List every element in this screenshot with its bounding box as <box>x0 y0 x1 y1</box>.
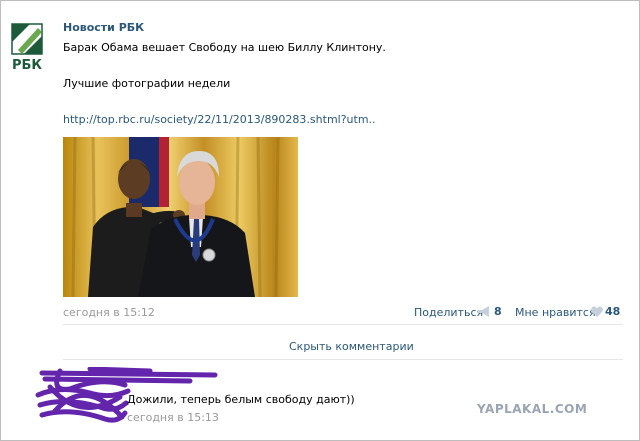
heart-icon[interactable] <box>591 306 603 317</box>
share-button[interactable]: Поделиться <box>414 306 483 319</box>
like-button[interactable]: Мне нравится <box>515 306 596 319</box>
rbc-logo-icon[interactable]: РБК <box>8 20 46 73</box>
divider <box>63 324 623 325</box>
author-name[interactable]: Новости РБК <box>63 21 144 34</box>
watermark: YAPLAKAL.COM <box>477 402 588 416</box>
comment-text: Дожили, теперь белым свободу дают)) <box>127 393 355 406</box>
divider <box>63 359 623 360</box>
like-count[interactable]: 48 <box>605 305 620 318</box>
post-date[interactable]: сегодня в 15:12 <box>63 306 155 319</box>
post-text: Барак Обама вешает Свободу на шею Биллу … <box>63 41 386 54</box>
hide-comments-link[interactable]: Скрыть комментарии <box>289 340 414 353</box>
comment-date[interactable]: сегодня в 15:13 <box>127 411 219 424</box>
post-subtext: Лучшие фотографии недели <box>63 77 231 90</box>
share-count[interactable]: 8 <box>494 305 502 318</box>
post-photo[interactable] <box>63 137 298 297</box>
megaphone-icon[interactable] <box>477 306 491 317</box>
post-link[interactable]: http://top.rbc.ru/society/22/11/2013/890… <box>63 113 376 126</box>
logo-label: РБК <box>11 58 43 73</box>
